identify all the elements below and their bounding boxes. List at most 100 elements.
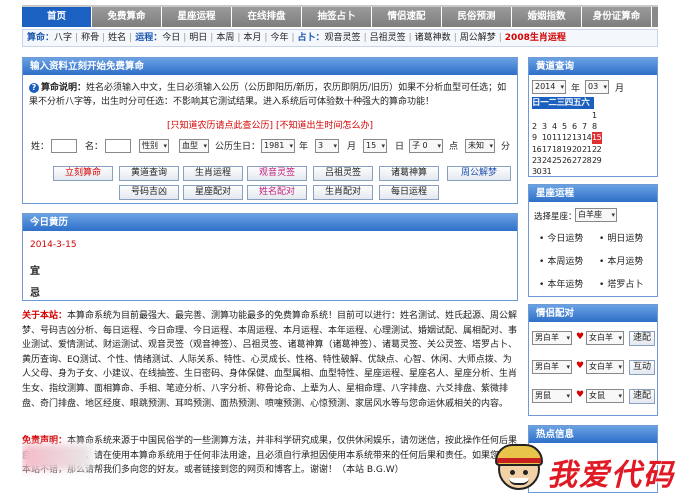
calendar-year-select[interactable]: 2014 <box>532 80 566 94</box>
action-button[interactable]: 观音灵签 <box>247 166 307 181</box>
calendar-day[interactable]: 3 <box>542 121 552 132</box>
nav-tab-7[interactable]: 婚姻指数 <box>512 7 582 27</box>
calendar-day[interactable]: 5 <box>562 121 572 132</box>
horoscope-link[interactable]: 本周运势 <box>539 254 583 267</box>
calendar-day[interactable]: 2 <box>532 121 542 132</box>
subnav-link[interactable]: 明日 <box>189 33 207 43</box>
horoscope-link[interactable]: 今日运势 <box>539 231 583 244</box>
action-button[interactable]: 生肖运程 <box>183 166 243 181</box>
subnav-link[interactable]: 诸葛神数 <box>415 33 451 43</box>
unknown-time-link[interactable]: [不知道出生时间怎么办] <box>276 121 373 131</box>
calendar-day[interactable]: 28 <box>582 155 592 166</box>
calendar-day[interactable]: 24 <box>542 155 552 166</box>
gender-select[interactable]: 性别 <box>139 139 169 153</box>
calendar-day[interactable]: 29 <box>592 155 602 166</box>
action-button[interactable]: 号码吉凶 <box>119 185 179 200</box>
subnav-link[interactable]: 八字 <box>54 33 72 43</box>
calendar-day[interactable]: 22 <box>592 144 602 155</box>
nav-tab-4[interactable]: 抽签占卜 <box>302 7 372 27</box>
calendar-day[interactable]: 21 <box>582 144 592 155</box>
subnav-link[interactable]: 吕祖灵签 <box>370 33 406 43</box>
action-button[interactable]: 生肖配对 <box>313 185 373 200</box>
match-button[interactable]: 互动 <box>629 360 655 375</box>
match-button[interactable]: 速配 <box>629 331 655 346</box>
calendar-month-select[interactable]: 03 <box>585 80 609 94</box>
calendar-day[interactable]: 6 <box>572 121 582 132</box>
nav-tab-6[interactable]: 民俗预测 <box>442 7 512 27</box>
calendar-day[interactable]: 18 <box>552 144 562 155</box>
subnav-link[interactable]: 本月 <box>243 33 261 43</box>
calendar-day[interactable]: 27 <box>572 155 582 166</box>
calendar-day[interactable]: 14 <box>582 132 592 143</box>
subnav-link[interactable]: 今日 <box>162 33 180 43</box>
couple-row: 男白羊 ♥女白羊速配 <box>532 331 656 347</box>
calendar-day[interactable]: 31 <box>542 166 552 177</box>
female-select[interactable]: 女白羊 <box>586 360 624 374</box>
calendar-day[interactable]: 10 <box>542 132 552 143</box>
horoscope-link[interactable]: 本月运势 <box>599 254 643 267</box>
nav-tab-5[interactable]: 情侣速配 <box>372 7 442 27</box>
calendar-day[interactable]: 20 <box>572 144 582 155</box>
action-button[interactable]: 立刻算命 <box>53 166 113 181</box>
calendar-week: 9 10 11 12 13 14 15 <box>532 132 602 144</box>
hour-select[interactable]: 子 0 <box>409 139 443 153</box>
nav-tab-2[interactable]: 星座运程 <box>162 7 232 27</box>
year-select[interactable]: 1981 <box>261 139 295 153</box>
nav-tab-1[interactable]: 免费算命 <box>92 7 162 27</box>
calendar-day[interactable]: 16 <box>532 144 542 155</box>
calendar-day[interactable]: 12 <box>562 132 572 143</box>
calendar-day[interactable]: 30 <box>532 166 542 177</box>
female-select[interactable]: 女白羊 <box>586 331 624 345</box>
calendar-day[interactable]: 9 <box>532 132 542 143</box>
surname-input[interactable] <box>51 139 77 153</box>
sign-select[interactable]: 白羊座 <box>575 208 617 222</box>
male-select[interactable]: 男白羊 <box>532 360 572 374</box>
heart-icon: ♥ <box>576 332 585 342</box>
almanac-yi: 宜 <box>30 266 40 277</box>
action-button[interactable]: 黄道查询 <box>119 166 179 181</box>
action-button[interactable]: 星座配对 <box>183 185 243 200</box>
horoscope-link[interactable]: 本年运势 <box>539 277 583 290</box>
action-button[interactable]: 周公解梦 <box>447 166 511 181</box>
male-select[interactable]: 男鼠 <box>532 389 572 403</box>
calendar-day[interactable]: 8 <box>592 121 602 132</box>
subnav-link[interactable]: 称骨 <box>81 33 99 43</box>
calendar-day[interactable]: 7 <box>582 121 592 132</box>
lunar-lookup-link[interactable]: [只知道农历请点此查公历] <box>167 121 273 131</box>
subnav-hot-link[interactable]: 2008生肖运程 <box>505 33 566 43</box>
month-select[interactable]: 3 <box>315 139 339 153</box>
calendar-day[interactable]: 13 <box>572 132 582 143</box>
question-icon: ? <box>29 83 39 93</box>
subnav-link[interactable]: 观音灵签 <box>325 33 361 43</box>
calendar-day[interactable]: 4 <box>552 121 562 132</box>
blood-type-select[interactable]: 血型 <box>179 139 209 153</box>
subnav-link[interactable]: 本周 <box>216 33 234 43</box>
action-button[interactable]: 吕祖灵签 <box>313 166 373 181</box>
nav-tab-3[interactable]: 在线排盘 <box>232 7 302 27</box>
subnav-link[interactable]: 姓名 <box>108 33 126 43</box>
calendar-day[interactable]: 26 <box>562 155 572 166</box>
subnav-link[interactable]: 今年 <box>270 33 288 43</box>
nav-tab-0[interactable]: 首页 <box>22 7 92 27</box>
match-button[interactable]: 速配 <box>629 389 655 404</box>
calendar-day[interactable]: 15 <box>592 132 602 144</box>
horoscope-link[interactable]: 明日运势 <box>599 231 643 244</box>
male-select[interactable]: 男白羊 <box>532 331 572 345</box>
calendar-day[interactable]: 17 <box>542 144 552 155</box>
separator: | <box>129 33 133 43</box>
day-select[interactable]: 15 <box>363 139 387 153</box>
calendar-day[interactable]: 19 <box>562 144 572 155</box>
action-button[interactable]: 诸葛神算 <box>379 166 439 181</box>
action-button[interactable]: 每日运程 <box>379 185 439 200</box>
action-button[interactable]: 姓名配对 <box>247 185 307 200</box>
calendar-day[interactable]: 1 <box>592 110 602 121</box>
minute-select[interactable]: 未知 <box>465 139 495 153</box>
name-input[interactable] <box>105 139 131 153</box>
subnav-link[interactable]: 周公解梦 <box>460 33 496 43</box>
calendar-day[interactable]: 25 <box>552 155 562 166</box>
calendar-day[interactable]: 23 <box>532 155 542 166</box>
calendar-day[interactable]: 11 <box>552 132 562 143</box>
horoscope-link[interactable]: 塔罗占卜 <box>599 277 643 290</box>
female-select[interactable]: 女鼠 <box>586 389 624 403</box>
nav-tab-8[interactable]: 身份证算命 <box>582 7 652 27</box>
